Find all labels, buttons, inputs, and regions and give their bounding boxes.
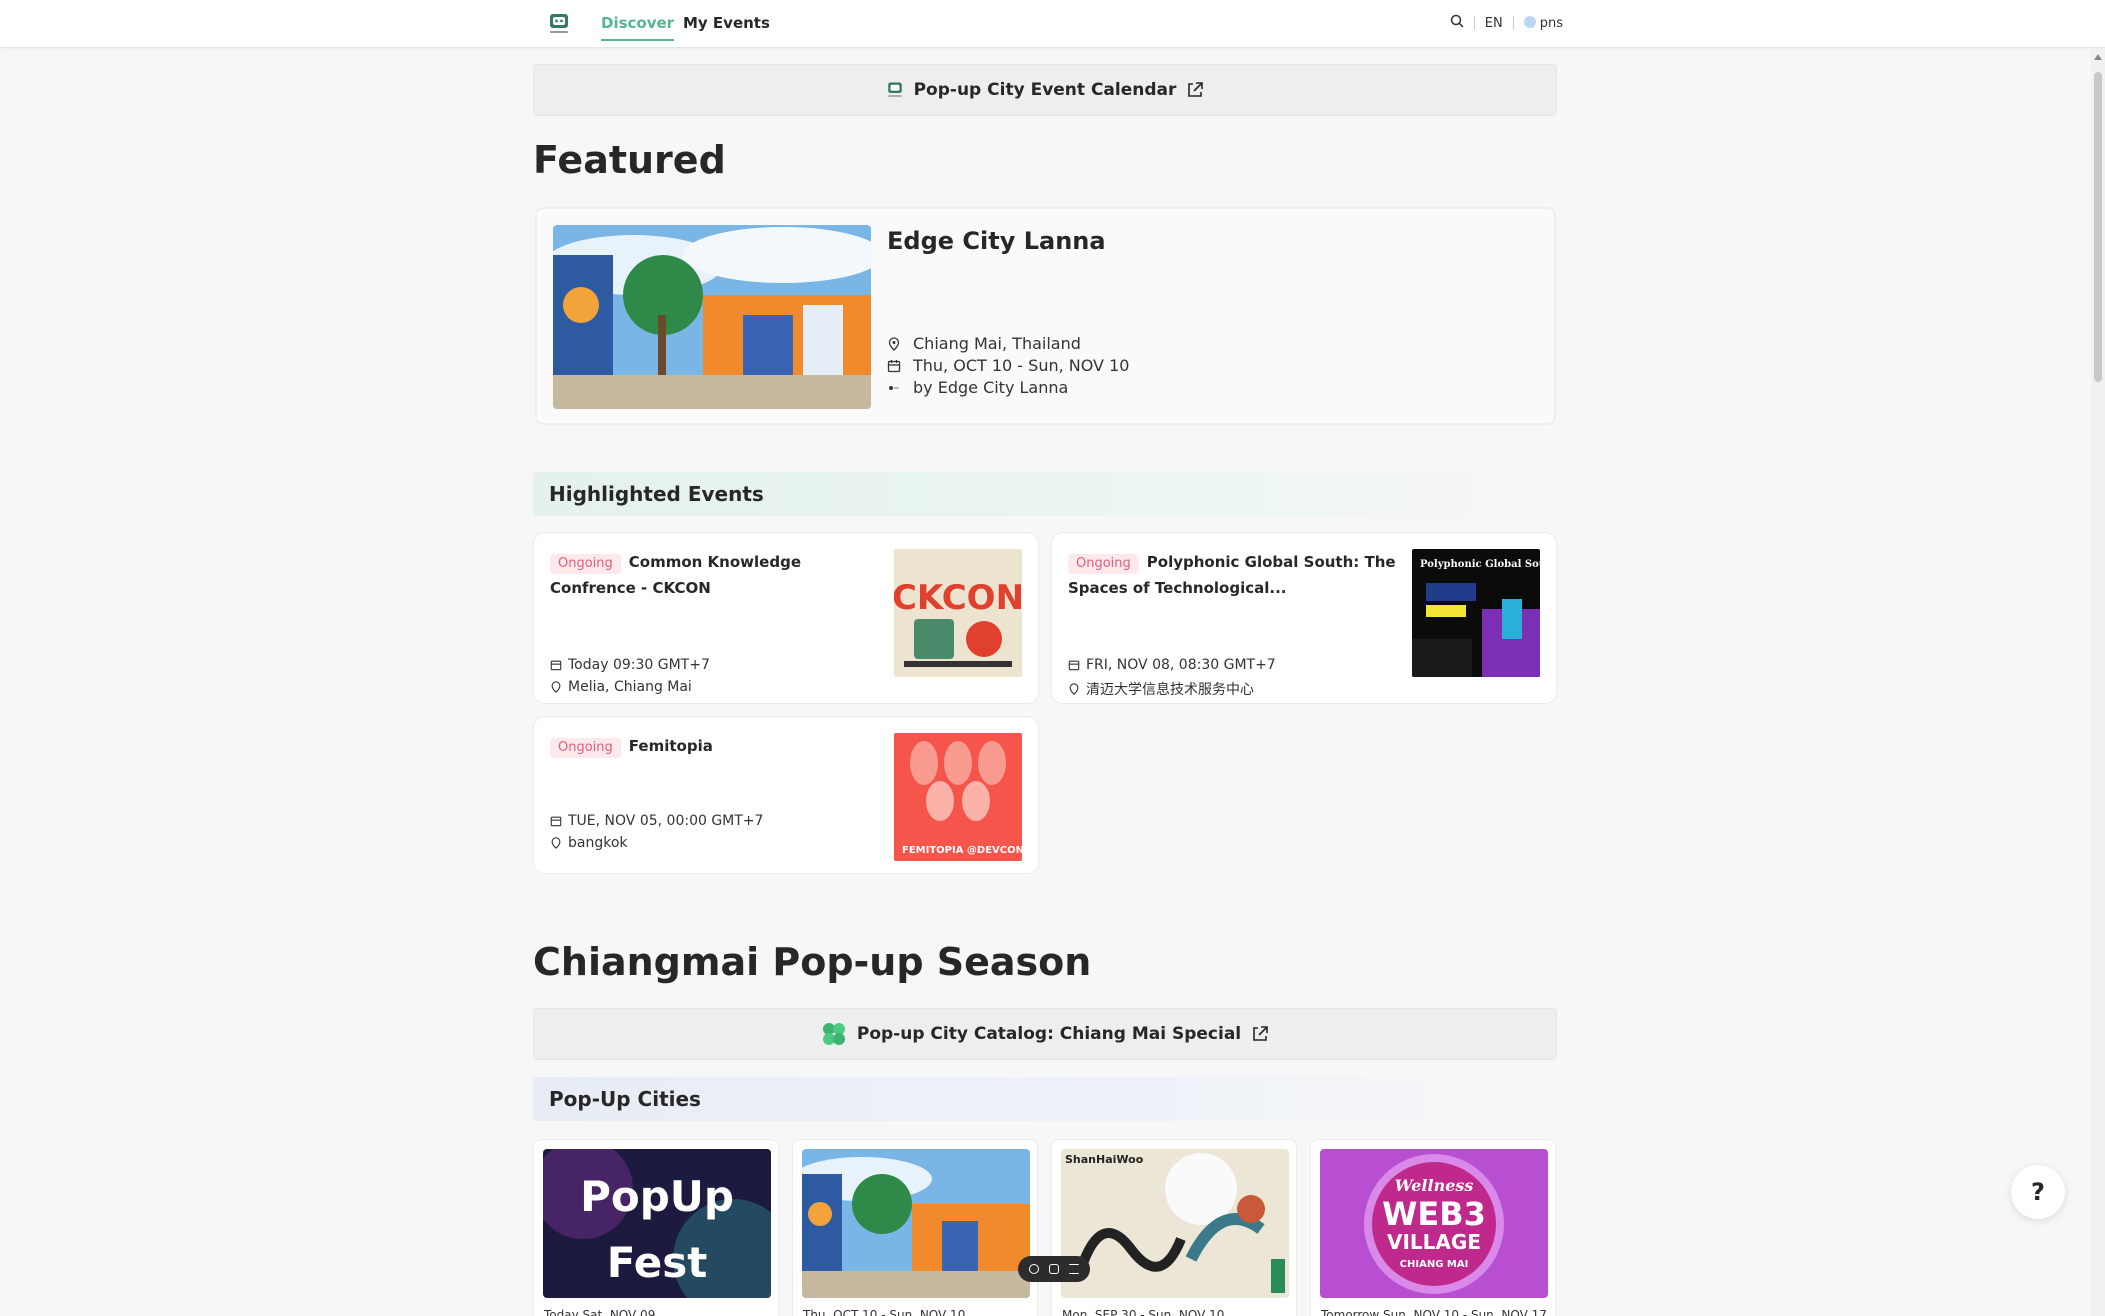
event-location-text: bangkok — [568, 835, 628, 851]
city-card[interactable]: PopUp Fest Today Sat, NOV 09 — [533, 1139, 779, 1316]
wellness-poster-line3: VILLAGE — [1387, 1230, 1481, 1254]
shanhaiwoo-poster-text: ShanHaiWoo — [1065, 1153, 1144, 1166]
external-link-icon — [1188, 82, 1204, 97]
scrollbar-thumb[interactable] — [2094, 72, 2102, 382]
event-location: Melia, Chiang Mai — [550, 679, 692, 695]
username: pns — [1539, 15, 1563, 31]
featured-dates: Thu, OCT 10 - Sun, NOV 10 — [887, 356, 1129, 375]
wellness-poster-line2: WEB3 — [1382, 1195, 1486, 1233]
catalog-banner[interactable]: Pop-up City Catalog: Chiang Mai Special — [533, 1008, 1557, 1060]
event-title-text: Femitopia — [628, 737, 713, 755]
featured-location: Chiang Mai, Thailand — [887, 334, 1081, 353]
city-image: Wellness WEB3 VILLAGE CHIANG MAI — [1320, 1149, 1548, 1298]
location-pin-icon — [551, 837, 561, 849]
status-badge: Ongoing — [1068, 554, 1139, 574]
divider — [1473, 16, 1475, 30]
event-time-text: FRI, NOV 08, 08:30 GMT+7 — [1086, 657, 1276, 673]
city-image — [802, 1149, 1030, 1298]
floating-toolbar[interactable] — [1018, 1256, 1090, 1282]
banner-label: Pop-up City Event Calendar — [913, 80, 1177, 100]
femitopia-poster-text: FEMITOPIA @DEVCON — [902, 845, 1022, 856]
highlighted-events-heading: Highlighted Events — [533, 472, 1557, 516]
location-pin-icon — [888, 336, 900, 351]
tab-discover[interactable]: Discover — [601, 14, 675, 41]
featured-location-text: Chiang Mai, Thailand — [913, 334, 1081, 353]
event-card[interactable]: Ongoing Polyphonic Global South: The Spac… — [1051, 532, 1557, 704]
search-icon[interactable] — [1450, 14, 1464, 32]
user-menu[interactable]: pns — [1523, 15, 1563, 31]
featured-host-text: by Edge City Lanna — [913, 378, 1069, 397]
pop-up-cities-heading: Pop-Up Cities — [533, 1077, 1557, 1121]
event-location: 清迈大学信息技术服务中心 — [1068, 679, 1254, 699]
event-time: FRI, NOV 08, 08:30 GMT+7 — [1068, 657, 1276, 673]
wellness-poster-line1: Wellness — [1395, 1176, 1474, 1195]
event-title: Ongoing Common Knowledge Confrence - CKCO… — [550, 549, 880, 601]
host-avatar-icon — [889, 385, 899, 390]
status-badge: Ongoing — [550, 554, 621, 574]
event-calendar-banner[interactable]: Pop-up City Event Calendar — [533, 64, 1557, 116]
language-switch[interactable]: EN — [1485, 16, 1503, 31]
help-button[interactable]: ? — [2011, 1165, 2065, 1219]
pop-up-cities-label: Pop-Up Cities — [549, 1087, 701, 1111]
city-date: Today Sat, NOV 09 — [544, 1308, 656, 1316]
event-location-text: Melia, Chiang Mai — [568, 679, 692, 695]
external-link-icon — [1253, 1026, 1268, 1041]
event-card[interactable]: Ongoing Common Knowledge Confrence - CKCO… — [533, 532, 1039, 704]
calendar-icon — [550, 816, 562, 827]
scroll-up-arrow-icon[interactable] — [2094, 54, 2102, 60]
event-location-text: 清迈大学信息技术服务中心 — [1086, 682, 1254, 698]
event-time: Today 09:30 GMT+7 — [550, 657, 710, 673]
season-heading: Chiangmai Pop-up Season — [533, 940, 1092, 984]
featured-event-title: Edge City Lanna — [887, 227, 1106, 255]
event-image: FEMITOPIA @DEVCON — [894, 733, 1022, 861]
featured-heading: Featured — [533, 138, 726, 182]
calendar-icon — [887, 359, 901, 372]
calendar-icon — [550, 660, 562, 671]
wellness-poster-line4: CHIANG MAI — [1400, 1259, 1469, 1270]
city-card[interactable]: Thu, OCT 10 - Sun, NOV 10 — [792, 1139, 1038, 1316]
avatar — [1523, 15, 1536, 28]
social-layer-logo[interactable] — [547, 12, 571, 36]
featured-event-card[interactable]: Edge City Lanna Chiang Mai, Thailand Thu… — [535, 207, 1556, 425]
toggle-icon[interactable] — [1049, 1264, 1059, 1274]
calendar-logo-icon — [887, 82, 902, 97]
location-pin-icon — [551, 681, 561, 693]
top-navbar: Discover My Events EN pns — [0, 0, 2105, 48]
city-date: Thu, OCT 10 - Sun, NOV 10 — [803, 1308, 966, 1316]
event-image: CKCON — [894, 549, 1022, 677]
featured-dates-text: Thu, OCT 10 - Sun, NOV 10 — [913, 356, 1130, 375]
clover-icon — [822, 1023, 845, 1045]
menu-icon[interactable] — [1069, 1264, 1079, 1274]
city-image: PopUp Fest — [543, 1149, 771, 1298]
ckcon-logo-text: CKCON — [894, 578, 1022, 618]
catalog-banner-label: Pop-up City Catalog: Chiang Mai Special — [856, 1024, 1242, 1044]
highlighted-heading-label: Highlighted Events — [549, 482, 764, 506]
polyphonic-poster-text: Polyphonic Global South: — [1420, 559, 1540, 570]
divider — [1512, 16, 1514, 30]
status-badge: Ongoing — [550, 738, 621, 758]
tab-my-events[interactable]: My Events — [683, 14, 770, 32]
chat-icon[interactable] — [1029, 1264, 1039, 1274]
header-actions: EN pns — [1450, 14, 1563, 32]
event-time-text: TUE, NOV 05, 00:00 GMT+7 — [568, 813, 764, 829]
calendar-icon — [1068, 660, 1080, 671]
event-image: Polyphonic Global South: — [1412, 549, 1540, 677]
city-card[interactable]: ShanHaiWoo Mon, SEP 30 - Sun, NOV 10 — [1051, 1139, 1297, 1316]
city-card[interactable]: Wellness WEB3 VILLAGE CHIANG MAI Tomorro… — [1310, 1139, 1556, 1316]
event-location: bangkok — [550, 835, 628, 851]
event-time-text: Today 09:30 GMT+7 — [568, 657, 710, 673]
city-image: ShanHaiWoo — [1061, 1149, 1289, 1298]
event-title: Ongoing Polyphonic Global South: The Spac… — [1068, 549, 1398, 601]
featured-event-image — [553, 225, 871, 409]
popup-poster-line2: Fest — [607, 1238, 708, 1287]
featured-host: by Edge City Lanna — [887, 378, 1068, 397]
city-date: Mon, SEP 30 - Sun, NOV 10 — [1062, 1308, 1225, 1316]
event-title: Ongoing Femitopia — [550, 733, 880, 759]
city-date: Tomorrow Sun, NOV 10 - Sun, NOV 17 — [1321, 1308, 1547, 1316]
popup-poster-line1: PopUp — [580, 1172, 734, 1221]
location-pin-icon — [1069, 683, 1079, 695]
event-time: TUE, NOV 05, 00:00 GMT+7 — [550, 813, 763, 829]
event-card[interactable]: Ongoing Femitopia TUE, NOV 05, 00:00 GMT+… — [533, 716, 1039, 874]
